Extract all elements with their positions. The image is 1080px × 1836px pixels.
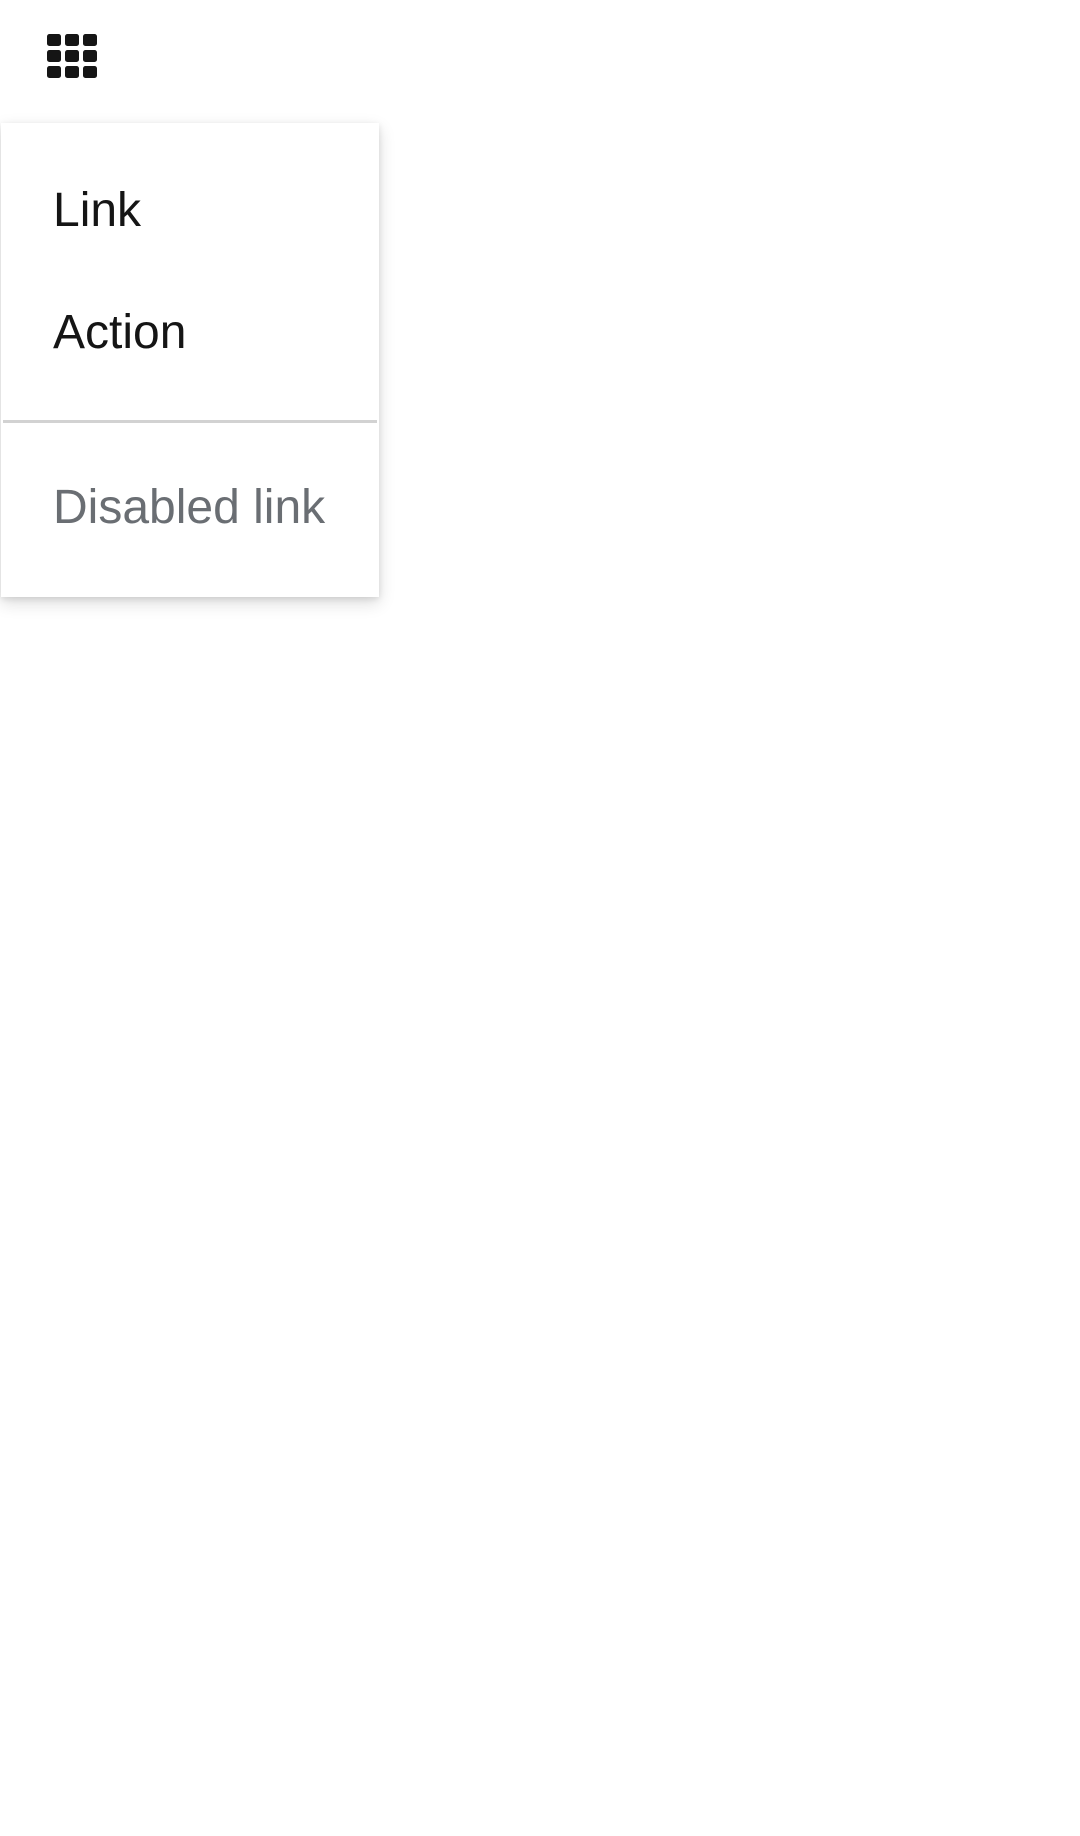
menu-divider — [3, 420, 377, 423]
menu-item-disabled-link: Disabled link — [53, 480, 326, 534]
th-grid-icon — [47, 34, 97, 78]
app-launcher-toggle[interactable] — [26, 10, 118, 102]
menu-item-action[interactable]: Action — [1, 277, 379, 387]
menu-item-link[interactable]: Link — [1, 155, 379, 265]
app-launcher-menu: Link Action Disabled link — [1, 123, 379, 597]
